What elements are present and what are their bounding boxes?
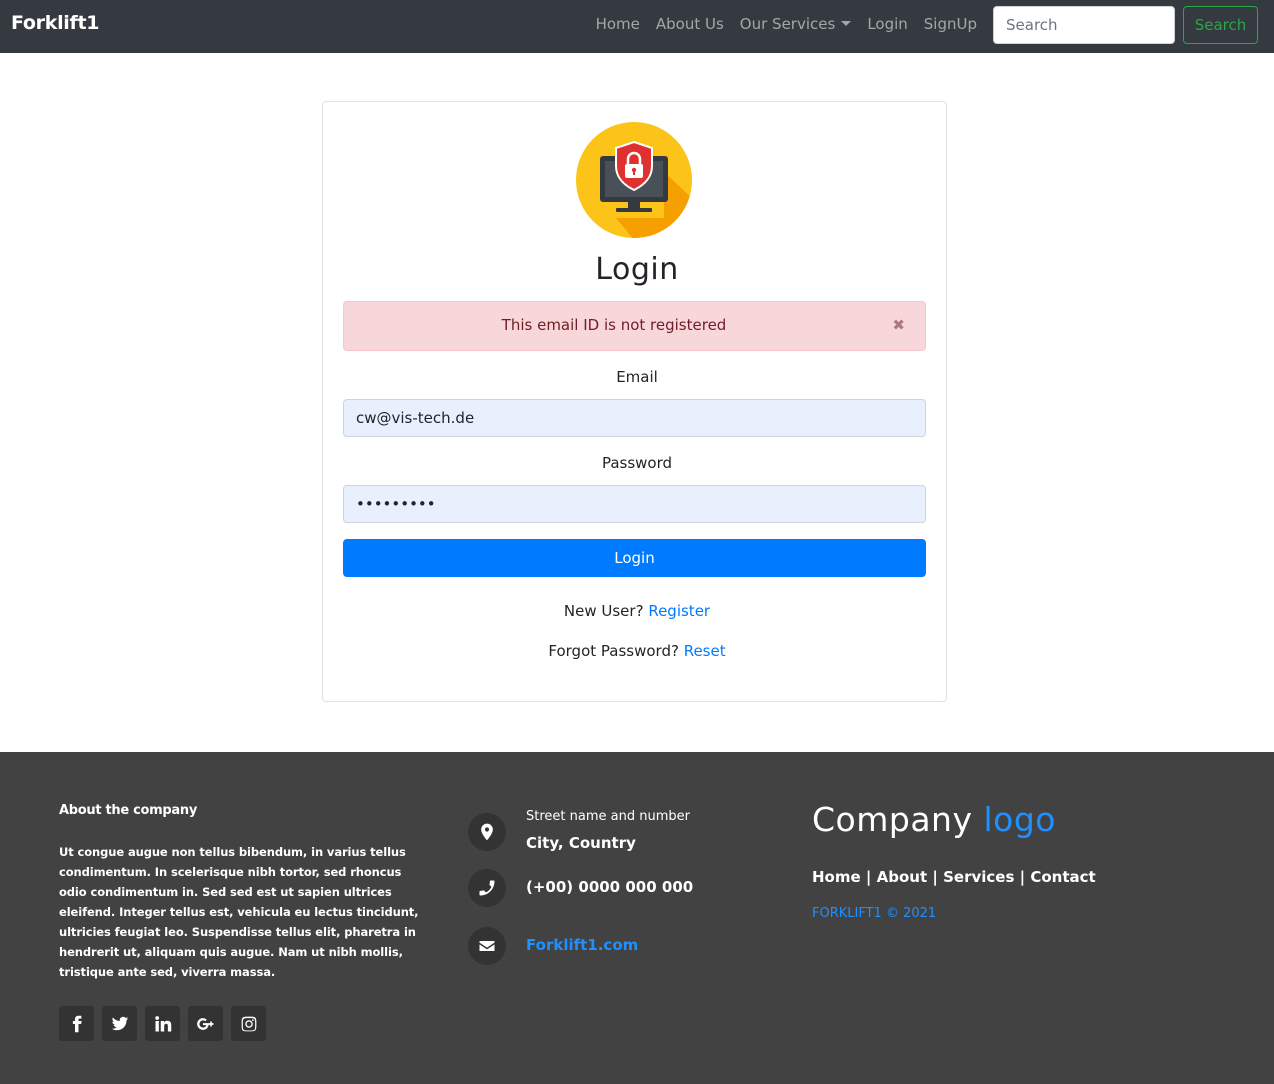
password-label: Password <box>601 454 673 472</box>
footer-links: Home | About | Services | Contact <box>812 868 1096 886</box>
company-logo-main: Company <box>812 800 973 839</box>
envelope-icon <box>468 927 506 965</box>
email-label: Email <box>616 368 658 386</box>
about-title: About the company <box>59 803 197 818</box>
footer-link-separator: | <box>932 868 938 886</box>
footer-link-home[interactable]: Home <box>812 868 861 886</box>
footer-link-separator: | <box>865 868 872 886</box>
social-links <box>59 1006 266 1041</box>
footer-link-separator: | <box>1019 868 1026 886</box>
copyright: FORKLIFT1 © 2021 <box>812 906 937 921</box>
nav-link-about[interactable]: About Us <box>648 14 732 34</box>
address-city: City, Country <box>526 834 636 852</box>
navbar: Forklift1 Home About Us Our Services Log… <box>0 0 1274 53</box>
nav-link-home[interactable]: Home <box>588 14 648 34</box>
company-logo-accent: logo <box>983 800 1056 839</box>
email-field[interactable] <box>343 399 926 437</box>
nav-link-login[interactable]: Login <box>859 14 915 34</box>
nav-dropdown-services[interactable]: Our Services <box>732 14 860 34</box>
phone-icon <box>468 869 506 907</box>
address-street: Street name and number <box>526 809 690 824</box>
nav-links: Home About Us Our Services Login SignUp <box>588 14 985 34</box>
about-text: Ut congue augue non tellus bibendum, in … <box>59 845 419 979</box>
new-user-text: New User? <box>563 602 644 620</box>
linkedin-icon[interactable] <box>145 1006 180 1041</box>
forgot-password-row: Forgot Password? Reset <box>0 642 1274 660</box>
company-logo: Company logo <box>812 800 1056 839</box>
error-alert: This email ID is not registered ✖ <box>343 301 926 351</box>
forgot-password-text: Forgot Password? <box>548 642 679 660</box>
facebook-icon[interactable] <box>59 1006 94 1041</box>
footer-link-about[interactable]: About <box>877 868 928 886</box>
footer-link-services[interactable]: Services <box>943 868 1014 886</box>
instagram-icon[interactable] <box>231 1006 266 1041</box>
footer: About the company Ut congue augue non te… <box>0 752 1274 1084</box>
login-button[interactable]: Login <box>343 539 926 577</box>
nav-link-signup[interactable]: SignUp <box>916 14 985 34</box>
monitor-lock-icon <box>576 122 692 238</box>
close-icon[interactable]: ✖ <box>892 316 905 334</box>
map-marker-icon <box>468 813 506 851</box>
reset-link[interactable]: Reset <box>684 642 726 660</box>
nav-dropdown-services-label: Our Services <box>739 15 836 33</box>
login-title: Login <box>595 252 679 287</box>
footer-link-contact[interactable]: Contact <box>1030 868 1095 886</box>
new-user-row: New User? Register <box>0 602 1274 620</box>
brand-logo[interactable]: Forklift1 <box>11 12 99 34</box>
google-plus-icon[interactable] <box>188 1006 223 1041</box>
alert-message: This email ID is not registered <box>501 316 727 334</box>
phone-number: (+00) 0000 000 000 <box>526 878 694 896</box>
search-button[interactable]: Search <box>1183 6 1258 44</box>
register-link[interactable]: Register <box>648 602 710 620</box>
email-link[interactable]: Forklift1.com <box>526 936 638 954</box>
twitter-icon[interactable] <box>102 1006 137 1041</box>
password-field[interactable] <box>343 485 926 523</box>
search-input[interactable] <box>993 6 1175 44</box>
chevron-down-icon <box>841 21 852 26</box>
